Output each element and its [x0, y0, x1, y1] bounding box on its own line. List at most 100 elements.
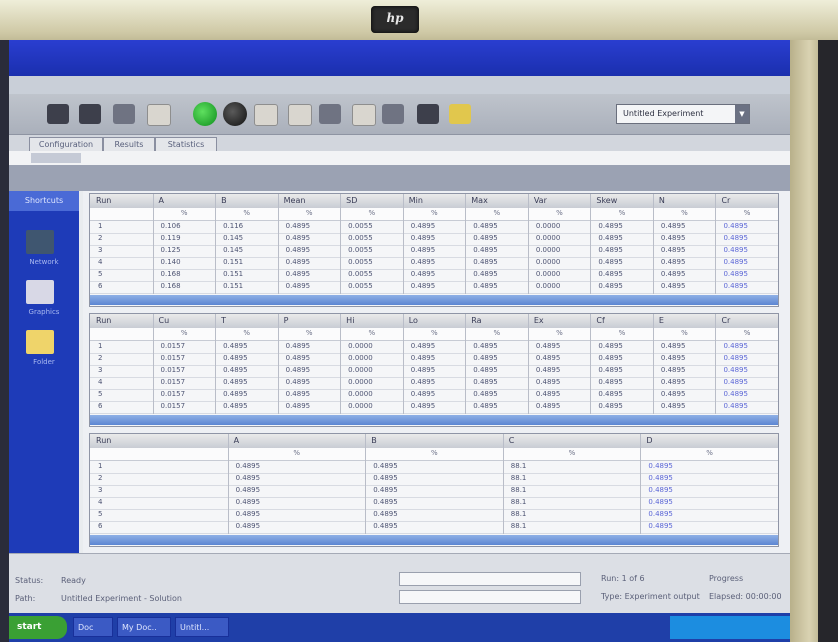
tools-icon[interactable] [319, 104, 341, 124]
results-grid-3[interactable]: Run A B C D%%%% 1 0.4895 0.4895 88.1 0.4895 2 0.489… [89, 433, 779, 547]
table-cell: 0.4895 [410, 342, 436, 350]
paste-icon[interactable] [352, 104, 376, 126]
column-header[interactable]: D [646, 436, 652, 445]
brand-logo: hp [371, 6, 419, 33]
status-value: Ready [61, 576, 86, 585]
table-cell: 0.4895 [598, 342, 623, 350]
table-row[interactable]: 6 0.0157 0.4895 0.4895 0.0000 0.4895 0.4895 0.4… [90, 401, 778, 414]
column-divider [590, 314, 592, 414]
table-cell: 0.4895 [535, 354, 561, 362]
column-header[interactable]: Max [471, 196, 488, 205]
image-icon[interactable] [26, 280, 54, 304]
taskbar-item-doc[interactable]: Doc [73, 617, 113, 637]
sidebar-item-folder[interactable]: Folder [13, 358, 75, 366]
table-cell: 0.4895 [285, 282, 311, 290]
tab-results[interactable]: Results [103, 137, 155, 152]
horizontal-scrollbar[interactable] [90, 295, 778, 305]
column-header[interactable]: N [659, 196, 665, 205]
print-icon[interactable] [147, 104, 171, 126]
chevron-down-icon[interactable]: ▼ [735, 105, 749, 123]
column-header[interactable]: Min [409, 196, 423, 205]
column-header[interactable]: Cu [159, 316, 170, 325]
table-cell: 0.116 [223, 222, 244, 230]
column-header[interactable]: Run [96, 436, 111, 445]
column-header[interactable]: Var [534, 196, 547, 205]
table-cell: 0.4895 [723, 258, 748, 266]
horizontal-scrollbar[interactable] [90, 535, 778, 545]
column-header[interactable]: A [234, 436, 239, 445]
start-button[interactable]: start [9, 616, 67, 639]
table-cell: 0.0157 [160, 378, 186, 386]
column-header[interactable]: Cr [721, 196, 730, 205]
table-cell: 0.4895 [660, 378, 686, 386]
column-header[interactable]: Cr [721, 316, 730, 325]
column-header[interactable]: Ex [534, 316, 544, 325]
table-cell: 0.0000 [535, 234, 561, 242]
column-header[interactable]: Run [96, 316, 111, 325]
run-icon[interactable] [193, 102, 217, 126]
horizontal-scrollbar[interactable] [90, 415, 778, 425]
unit-label: % [618, 329, 626, 337]
network-icon[interactable] [26, 230, 54, 254]
column-divider [152, 194, 154, 294]
table-cell: 0.4895 [373, 486, 398, 494]
table-cell: 0.4895 [235, 510, 261, 518]
table-cell: 4 [98, 498, 103, 506]
table-cell: 0.4895 [285, 342, 311, 350]
column-header[interactable]: Skew [596, 196, 617, 205]
table-row[interactable]: 6 0.4895 0.4895 88.1 0.4895 [90, 521, 778, 534]
settings-icon[interactable] [417, 104, 439, 124]
sidebar-item-graphics[interactable]: Graphics [13, 308, 75, 316]
column-divider [590, 194, 592, 294]
open-file-icon[interactable] [79, 104, 101, 124]
new-file-icon[interactable] [47, 104, 69, 124]
address-bar[interactable] [9, 151, 790, 166]
column-header[interactable]: B [221, 196, 227, 205]
table-cell: 0.4895 [373, 510, 398, 518]
table-cell: 0.4895 [223, 366, 248, 374]
results-grid-2[interactable]: Run Cu T P Hi Lo Ra Ex Cf E Cr%%%%%%%%%% 1 0.0157 0.4… [89, 313, 779, 427]
table-cell: 0.4895 [410, 282, 436, 290]
column-header[interactable]: Mean [284, 196, 306, 205]
table-cell: 0.0000 [348, 354, 373, 362]
table-row[interactable]: 6 0.168 0.151 0.4895 0.0055 0.4895 0.4895 0.000… [90, 281, 778, 294]
unit-label: % [368, 209, 376, 217]
taskbar-item-untitled[interactable]: Untitl... [175, 617, 229, 637]
experiment-select-value: Untitled Experiment [623, 109, 704, 118]
copy-icon[interactable] [288, 104, 312, 126]
column-header[interactable]: E [659, 316, 664, 325]
unit-label: % [568, 449, 576, 457]
save-icon[interactable] [113, 104, 135, 124]
folder-icon[interactable] [26, 330, 54, 354]
column-header[interactable]: Hi [346, 316, 354, 325]
column-header[interactable]: Ra [471, 316, 481, 325]
table-cell: 0.0000 [535, 258, 561, 266]
tab-configuration[interactable]: Configuration [29, 137, 103, 152]
table-cell: 0.4895 [473, 270, 498, 278]
sidebar-item-network[interactable]: Network [13, 258, 75, 266]
tab-statistics[interactable]: Statistics [155, 137, 217, 152]
stop-icon[interactable] [223, 102, 247, 126]
experiment-select[interactable]: Untitled Experiment ▼ [616, 104, 750, 124]
column-header[interactable]: Cf [596, 316, 604, 325]
column-header[interactable]: Lo [409, 316, 418, 325]
column-header[interactable]: B [371, 436, 377, 445]
column-header[interactable]: P [284, 316, 289, 325]
taskbar-item-mydoc[interactable]: My Doc.. [117, 617, 171, 637]
table-cell: 0.4895 [648, 510, 673, 518]
window-titlebar[interactable] [9, 40, 790, 76]
table-cell: 0.4895 [598, 282, 623, 290]
column-divider [340, 194, 342, 294]
column-header[interactable]: SD [346, 196, 357, 205]
column-header[interactable]: C [509, 436, 515, 445]
results-grid-1[interactable]: Run A B Mean SD Min Max Var Skew N Cr%%%%%%%%%% 1 0.… [89, 193, 779, 307]
table-cell: 0.4895 [235, 522, 261, 530]
column-header[interactable]: T [221, 316, 226, 325]
export-icon[interactable] [449, 104, 471, 124]
column-header[interactable]: Run [96, 196, 111, 205]
column-header[interactable]: A [159, 196, 164, 205]
table-cell: 88.1 [510, 510, 527, 518]
graph-icon[interactable] [382, 104, 404, 124]
table-cell: 0.4895 [285, 222, 311, 230]
view-icon[interactable] [254, 104, 278, 126]
